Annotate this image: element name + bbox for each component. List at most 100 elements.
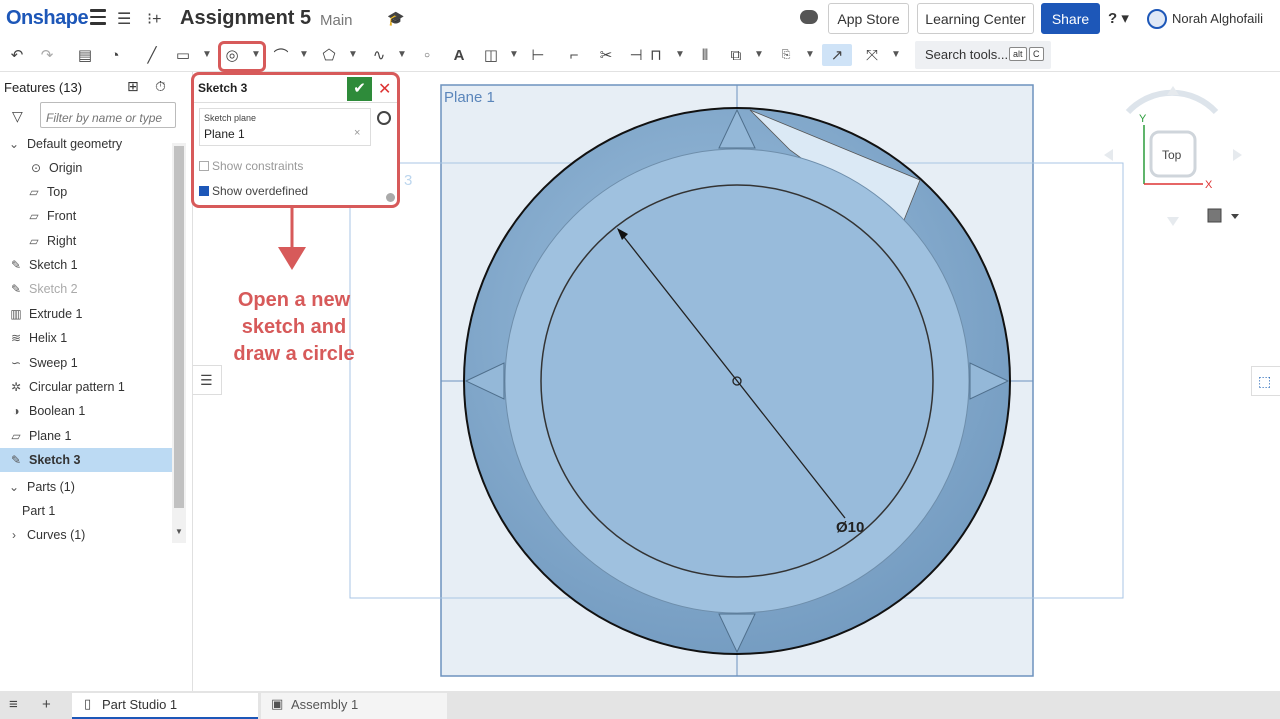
svg-text:X: X bbox=[1205, 179, 1213, 191]
help-icon[interactable]: ? ▾ bbox=[1108, 9, 1129, 27]
sketch-toolbar: ↶ ↷ ▤ ◔ ╱ ▭ ▼ ◎ ▼ ⌒ ▼ ⬠ ▼ ∿ ▼ ○ A ◫ ▼ ⊢ … bbox=[0, 38, 1280, 72]
sketch-tools-dropdown-icon[interactable]: ▼ bbox=[891, 49, 901, 60]
extrude-icon: ▥ bbox=[10, 307, 22, 321]
plane-icon: ▱ bbox=[11, 429, 21, 443]
feature-item-helix-1[interactable]: ≋ Helix 1 bbox=[8, 326, 180, 350]
onshape-logo[interactable]: Onshape bbox=[6, 7, 89, 30]
tab-manager-icon[interactable]: ≡ bbox=[9, 696, 18, 713]
app-store-button[interactable]: App Store bbox=[828, 3, 909, 34]
redo-icon[interactable]: ↷ bbox=[37, 44, 57, 66]
document-title[interactable]: Assignment 5 bbox=[180, 7, 311, 30]
polygon-tool-icon[interactable]: ⬠ bbox=[318, 44, 340, 66]
branch-name[interactable]: Main bbox=[320, 12, 353, 29]
plane-icon: ▱ bbox=[29, 234, 39, 248]
accept-check-icon[interactable]: ✔ bbox=[347, 77, 372, 101]
view-options-icon[interactable]: ◔ bbox=[104, 44, 126, 66]
sketch-icon: ✎ bbox=[10, 453, 22, 467]
user-name[interactable]: Norah Alghofaili bbox=[1172, 11, 1263, 26]
history-clock-icon[interactable] bbox=[377, 111, 391, 125]
construction-dropdown-icon[interactable]: ▼ bbox=[509, 49, 519, 60]
dxf-import-icon[interactable]: ⎘ bbox=[775, 44, 797, 66]
sketch-dialog: Sketch 3 ✔ ✕ Sketch plane Plane 1 × Show… bbox=[191, 72, 400, 208]
feature-tree-icon[interactable]: ☰ bbox=[117, 9, 131, 29]
feature-item-sweep-1[interactable]: ∽ Sweep 1 bbox=[8, 351, 180, 375]
undo-icon[interactable]: ↶ bbox=[7, 44, 27, 66]
plane-label: Plane 1 bbox=[444, 89, 495, 106]
feature-filter-input[interactable] bbox=[40, 102, 176, 128]
sketch-icon: ✎ bbox=[10, 258, 22, 272]
scrollbar-thumb[interactable] bbox=[174, 146, 184, 508]
line-tool-icon[interactable]: ╱ bbox=[141, 44, 163, 66]
feature-item-sketch-2[interactable]: ✎ Sketch 2 bbox=[8, 277, 180, 301]
rollback-timer-icon[interactable]: ⏱ bbox=[155, 78, 166, 95]
import-dropdown-icon[interactable]: ▼ bbox=[805, 49, 815, 60]
feature-item-plane-1[interactable]: ▱ Plane 1 bbox=[8, 424, 180, 448]
clear-icon[interactable]: × bbox=[354, 127, 360, 139]
sketch-plane-field[interactable]: Sketch plane Plane 1 × bbox=[199, 108, 371, 146]
graduation-cap-icon[interactable]: 🎓 bbox=[387, 10, 404, 27]
filter-icon[interactable]: ▽ bbox=[12, 108, 23, 125]
arc-dropdown-icon[interactable]: ▼ bbox=[299, 49, 309, 60]
list-toggle-icon[interactable]: ☰ bbox=[193, 365, 222, 395]
sketch-plane-value: Plane 1 bbox=[204, 127, 245, 141]
feature-item-sketch-1[interactable]: ✎ Sketch 1 bbox=[8, 253, 180, 277]
svg-text:Y: Y bbox=[1139, 113, 1147, 125]
pattern-tool-icon[interactable]: ⧉ bbox=[725, 44, 747, 66]
part-item-part-1[interactable]: Part 1 bbox=[22, 499, 194, 523]
callout-arrowhead bbox=[278, 247, 306, 270]
user-avatar-icon[interactable] bbox=[1147, 9, 1167, 29]
feature-item-default-geometry[interactable]: ⌄ Default geometry bbox=[6, 132, 178, 156]
show-overdefined-checkbox[interactable] bbox=[199, 186, 209, 196]
menu-icon[interactable] bbox=[90, 9, 106, 25]
offset-dropdown-icon[interactable]: ▼ bbox=[675, 49, 685, 60]
add-folder-icon[interactable]: ⊞ bbox=[127, 78, 139, 95]
tab-assembly-1[interactable]: ▣ Assembly 1 bbox=[261, 693, 447, 719]
dimension-icon[interactable]: ⊢ bbox=[527, 44, 549, 66]
feature-item-sketch-3[interactable]: ✎ Sketch 3 bbox=[0, 448, 172, 472]
view-options-cube-icon[interactable]: ⬚ bbox=[1251, 366, 1280, 396]
spline-dropdown-icon[interactable]: ▼ bbox=[397, 49, 407, 60]
boolean-icon: ◑ bbox=[12, 404, 20, 418]
view-cube-face: Top bbox=[1162, 148, 1182, 162]
insert-icon[interactable]: ⁝+ bbox=[147, 9, 161, 29]
share-button[interactable]: Share bbox=[1041, 3, 1100, 34]
sketch-tools-icon[interactable]: ⤧ bbox=[861, 44, 883, 66]
show-constraints-checkbox[interactable] bbox=[199, 161, 209, 171]
mirror-tool-icon[interactable]: ⫴ bbox=[694, 44, 716, 66]
fillet-tool-icon[interactable]: ⌐ bbox=[563, 44, 585, 66]
rectangle-tool-icon[interactable]: ▭ bbox=[172, 44, 194, 66]
curves-group[interactable]: › Curves (1) bbox=[6, 523, 178, 547]
feature-list-panel: Features (13) ⊞ ⏱ ▽ ⌄ Default geometry ⊙… bbox=[0, 72, 193, 691]
offset-tool-icon[interactable]: ⊓ bbox=[645, 44, 667, 66]
diameter-dimension: Ø10 bbox=[836, 519, 864, 536]
parts-group[interactable]: ⌄ Parts (1) bbox=[6, 475, 178, 499]
trim-tool-icon[interactable]: ✂ bbox=[595, 44, 617, 66]
plane-icon: ▱ bbox=[29, 185, 39, 199]
chevron-right-icon: › bbox=[12, 528, 16, 542]
sketch-icon: ✎ bbox=[10, 282, 22, 296]
chevron-down-icon: ⌄ bbox=[8, 137, 20, 151]
text-tool-icon[interactable]: A bbox=[448, 44, 470, 66]
use-tool-icon[interactable]: ↗ bbox=[822, 44, 852, 66]
help-icon[interactable] bbox=[386, 193, 395, 202]
feature-list-icon[interactable]: ▤ bbox=[74, 44, 96, 66]
feature-item-extrude-1[interactable]: ▥ Extrude 1 bbox=[8, 302, 180, 326]
comments-icon[interactable] bbox=[800, 10, 818, 24]
polygon-dropdown-icon[interactable]: ▼ bbox=[348, 49, 358, 60]
learning-center-button[interactable]: Learning Center bbox=[917, 3, 1034, 34]
spline-tool-icon[interactable]: ∿ bbox=[368, 44, 390, 66]
feature-item-boolean-1[interactable]: ◑ Boolean 1 bbox=[8, 399, 180, 423]
construction-icon[interactable]: ◫ bbox=[480, 44, 502, 66]
arc-tool-icon[interactable]: ⌒ bbox=[270, 44, 292, 66]
pattern-dropdown-icon[interactable]: ▼ bbox=[754, 49, 764, 60]
point-tool-icon[interactable]: ○ bbox=[420, 44, 434, 66]
add-tab-icon[interactable]: + bbox=[42, 696, 51, 713]
rectangle-dropdown-icon[interactable]: ▼ bbox=[202, 49, 212, 60]
part-studio-icon: ▯ bbox=[84, 696, 92, 711]
view-cube[interactable]: Top Y X bbox=[1104, 86, 1242, 226]
feature-item-circular-pattern-1[interactable]: ✲ Circular pattern 1 bbox=[8, 375, 180, 399]
cancel-close-icon[interactable]: ✕ bbox=[378, 79, 391, 99]
tab-part-studio-1[interactable]: ▯ Part Studio 1 bbox=[72, 693, 258, 719]
extend-tool-icon[interactable]: ⊣ bbox=[625, 44, 647, 66]
origin-icon: ⊙ bbox=[30, 161, 42, 175]
